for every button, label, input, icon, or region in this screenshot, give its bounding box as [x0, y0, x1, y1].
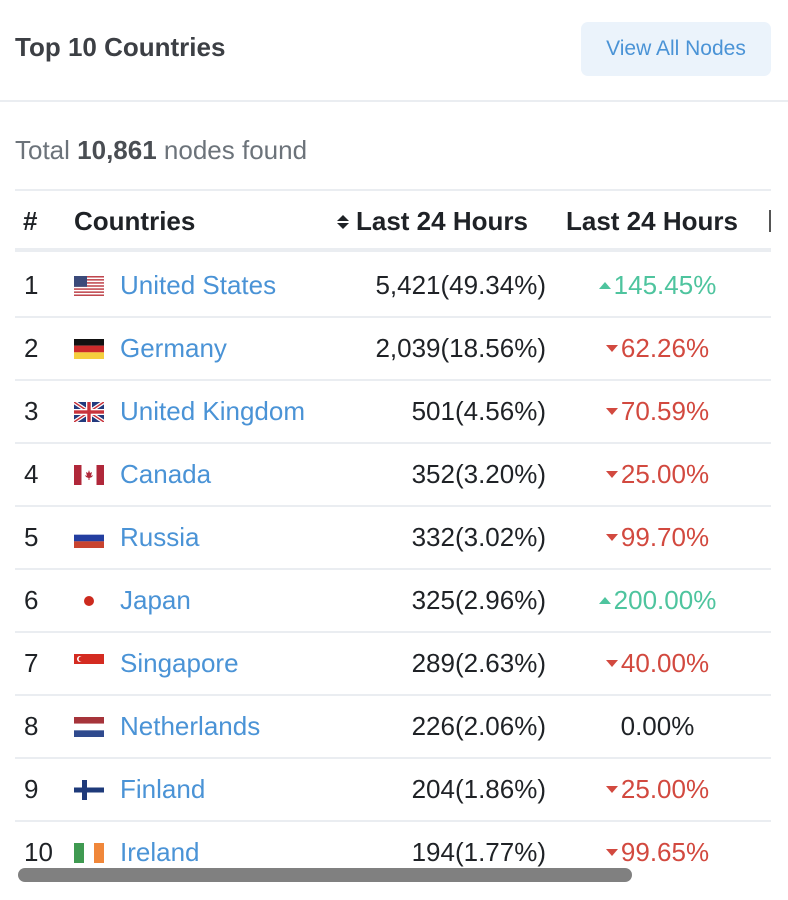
ie-flag-icon	[74, 842, 104, 863]
ca-flag-icon	[74, 464, 104, 485]
change-cell: 40.00%	[555, 633, 760, 694]
nodes-cell: 289(2.63%)	[411, 648, 546, 678]
country-link[interactable]: United States	[120, 255, 276, 316]
countries-table: # Countries Last 24 Hours Last 24 Hours …	[15, 189, 771, 889]
change-value: 99.65%	[620, 837, 710, 867]
us-flag-icon	[74, 275, 104, 296]
summary-suffix: nodes found	[163, 135, 308, 165]
sort-icon[interactable]	[337, 214, 349, 229]
nodes-cell: 352(3.20%)	[411, 459, 546, 489]
rank-cell: 2	[24, 333, 39, 363]
rank-cell: 9	[24, 774, 39, 804]
country-link[interactable]: Japan	[120, 570, 191, 631]
table-row: 5 Russia 332(3.02%) 99.70%	[15, 507, 771, 570]
change-cell: 25.00%	[555, 759, 760, 820]
table-row: 9 Finland 204(1.86%) 25.00%	[15, 759, 771, 822]
fi-flag-icon	[74, 779, 104, 800]
summary-prefix: Total	[15, 135, 70, 165]
jp-flag-icon	[74, 590, 104, 611]
trend-down-icon	[605, 786, 618, 793]
country-link[interactable]: Finland	[120, 759, 205, 820]
table-header: # Countries Last 24 Hours Last 24 Hours	[15, 191, 771, 252]
nodes-cell: 204(1.86%)	[411, 774, 546, 804]
country-link[interactable]: Germany	[120, 318, 227, 379]
sg-flag-icon	[74, 653, 104, 674]
country-link[interactable]: Singapore	[120, 633, 239, 694]
rank-cell: 1	[24, 270, 39, 300]
table-row: 1 United States 5,421(49.34%) 145.45%	[15, 255, 771, 318]
table-body: 1 United States 5,421(49.34%) 145.45% 2 Germa…	[15, 255, 771, 885]
change-cell: 200.00%	[555, 570, 760, 631]
gb-flag-icon	[74, 401, 104, 422]
change-value: 25.00%	[620, 459, 710, 489]
change-cell: 99.70%	[555, 507, 760, 568]
change-value: 62.26%	[620, 333, 710, 363]
nodes-cell: 226(2.06%)	[411, 711, 546, 741]
change-cell: 145.45%	[555, 255, 760, 316]
change-value: 40.00%	[620, 648, 710, 678]
total-summary: Total 10,861 nodes found	[15, 135, 307, 166]
change-value: 25.00%	[620, 774, 710, 804]
change-cell: 62.26%	[555, 318, 760, 379]
country-link[interactable]: Canada	[120, 444, 211, 505]
nodes-cell: 2,039(18.56%)	[375, 333, 546, 363]
view-all-nodes-button[interactable]: View All Nodes	[581, 22, 771, 76]
trend-down-icon	[605, 408, 618, 415]
trend-down-icon	[605, 471, 618, 478]
trend-down-icon	[605, 660, 618, 667]
nodes-cell: 5,421(49.34%)	[375, 270, 546, 300]
rank-cell: 4	[24, 459, 39, 489]
change-cell: 25.00%	[555, 444, 760, 505]
change-value: 200.00%	[613, 585, 717, 615]
rank-cell: 7	[24, 648, 39, 678]
table-row: 2 Germany 2,039(18.56%) 62.26%	[15, 318, 771, 381]
change-cell: 70.59%	[555, 381, 760, 442]
change-value: 145.45%	[613, 270, 717, 300]
change-value: 99.70%	[620, 522, 710, 552]
trend-down-icon	[605, 849, 618, 856]
table-row: 7 Singapore 289(2.63%) 40.00%	[15, 633, 771, 696]
table-row: 8 Netherlands 226(2.06%) 0.00%	[15, 696, 771, 759]
card-title: Top 10 Countries	[15, 32, 226, 62]
rank-cell: 6	[24, 585, 39, 615]
trend-down-icon	[605, 534, 618, 541]
de-flag-icon	[74, 338, 104, 359]
table-row: 6 Japan 325(2.96%) 200.00%	[15, 570, 771, 633]
country-link[interactable]: Netherlands	[120, 696, 260, 757]
card-header: Top 10 Countries View All Nodes	[0, 0, 788, 102]
column-header-change: Last 24 Hours	[566, 206, 738, 236]
trend-up-icon	[598, 597, 611, 604]
column-header-countries: Countries	[74, 206, 196, 236]
nl-flag-icon	[74, 716, 104, 737]
horizontal-scrollbar[interactable]	[18, 868, 632, 882]
country-link[interactable]: United Kingdom	[120, 381, 305, 442]
column-header-rank: #	[23, 206, 38, 236]
change-cell: 0.00%	[555, 696, 760, 757]
nodes-cell: 501(4.56%)	[411, 396, 546, 426]
column-divider	[769, 210, 771, 232]
table-row: 3 United Kingdom 501(4.56%) 70.59%	[15, 381, 771, 444]
rank-cell: 3	[24, 396, 39, 426]
ru-flag-icon	[74, 527, 104, 548]
change-value: 0.00%	[620, 711, 695, 741]
rank-cell: 8	[24, 711, 39, 741]
rank-cell: 5	[24, 522, 39, 552]
nodes-cell: 325(2.96%)	[411, 585, 546, 615]
total-count: 10,861	[77, 135, 157, 165]
change-value: 70.59%	[620, 396, 710, 426]
column-header-nodes-sortable[interactable]: Last 24 Hours	[337, 206, 528, 237]
country-link[interactable]: Russia	[120, 507, 199, 568]
column-header-nodes-label: Last 24 Hours	[356, 206, 528, 236]
trend-up-icon	[598, 282, 611, 289]
nodes-cell: 332(3.02%)	[411, 522, 546, 552]
trend-down-icon	[605, 345, 618, 352]
table-row: 4 Canada 352(3.20%) 25.00%	[15, 444, 771, 507]
